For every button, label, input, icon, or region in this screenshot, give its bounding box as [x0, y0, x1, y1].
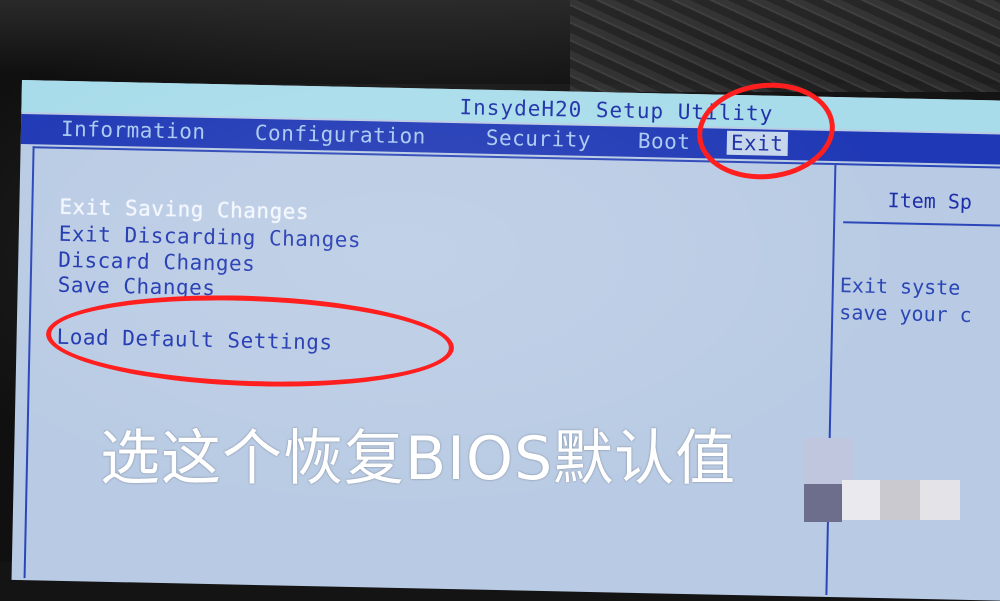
bezel-tape [570, 0, 1000, 92]
mosaic-block [880, 480, 920, 520]
option-discard-changes[interactable]: Discard Changes [58, 248, 256, 276]
menu-tab-information[interactable]: Information [61, 117, 206, 144]
option-save-changes[interactable]: Save Changes [57, 273, 215, 300]
menu-tab-exit[interactable]: Exit [726, 130, 788, 157]
item-help-title: Item Sp [887, 188, 973, 214]
mosaic-block [920, 480, 960, 520]
menu-tab-security[interactable]: Security [486, 126, 592, 152]
options-pane: Exit Saving Changes Exit Discarding Chan… [23, 146, 835, 595]
bios-title: InsydeH20 Setup Utility [459, 95, 774, 126]
option-load-default-settings[interactable]: Load Default Settings [56, 325, 332, 355]
panel-divider [843, 221, 1000, 228]
caption-text: 选这个恢复BIOS默认值 [100, 424, 737, 494]
help-text-line: save your c [839, 300, 972, 327]
mosaic-block [804, 484, 842, 522]
bios-screen: InsydeH20 Setup Utility Information Conf… [11, 80, 1000, 601]
item-help-panel: Item Sp Exit syste save your c [825, 163, 1000, 600]
mosaic-block [804, 438, 854, 484]
menu-tab-configuration[interactable]: Configuration [255, 121, 426, 149]
menu-tab-boot[interactable]: Boot [638, 129, 691, 154]
help-text-line: Exit syste [839, 273, 961, 300]
mosaic-block [842, 480, 880, 520]
monitor-bezel-top [0, 0, 1000, 92]
option-exit-discarding-changes[interactable]: Exit Discarding Changes [59, 222, 362, 252]
option-exit-saving-changes[interactable]: Exit Saving Changes [59, 195, 309, 224]
